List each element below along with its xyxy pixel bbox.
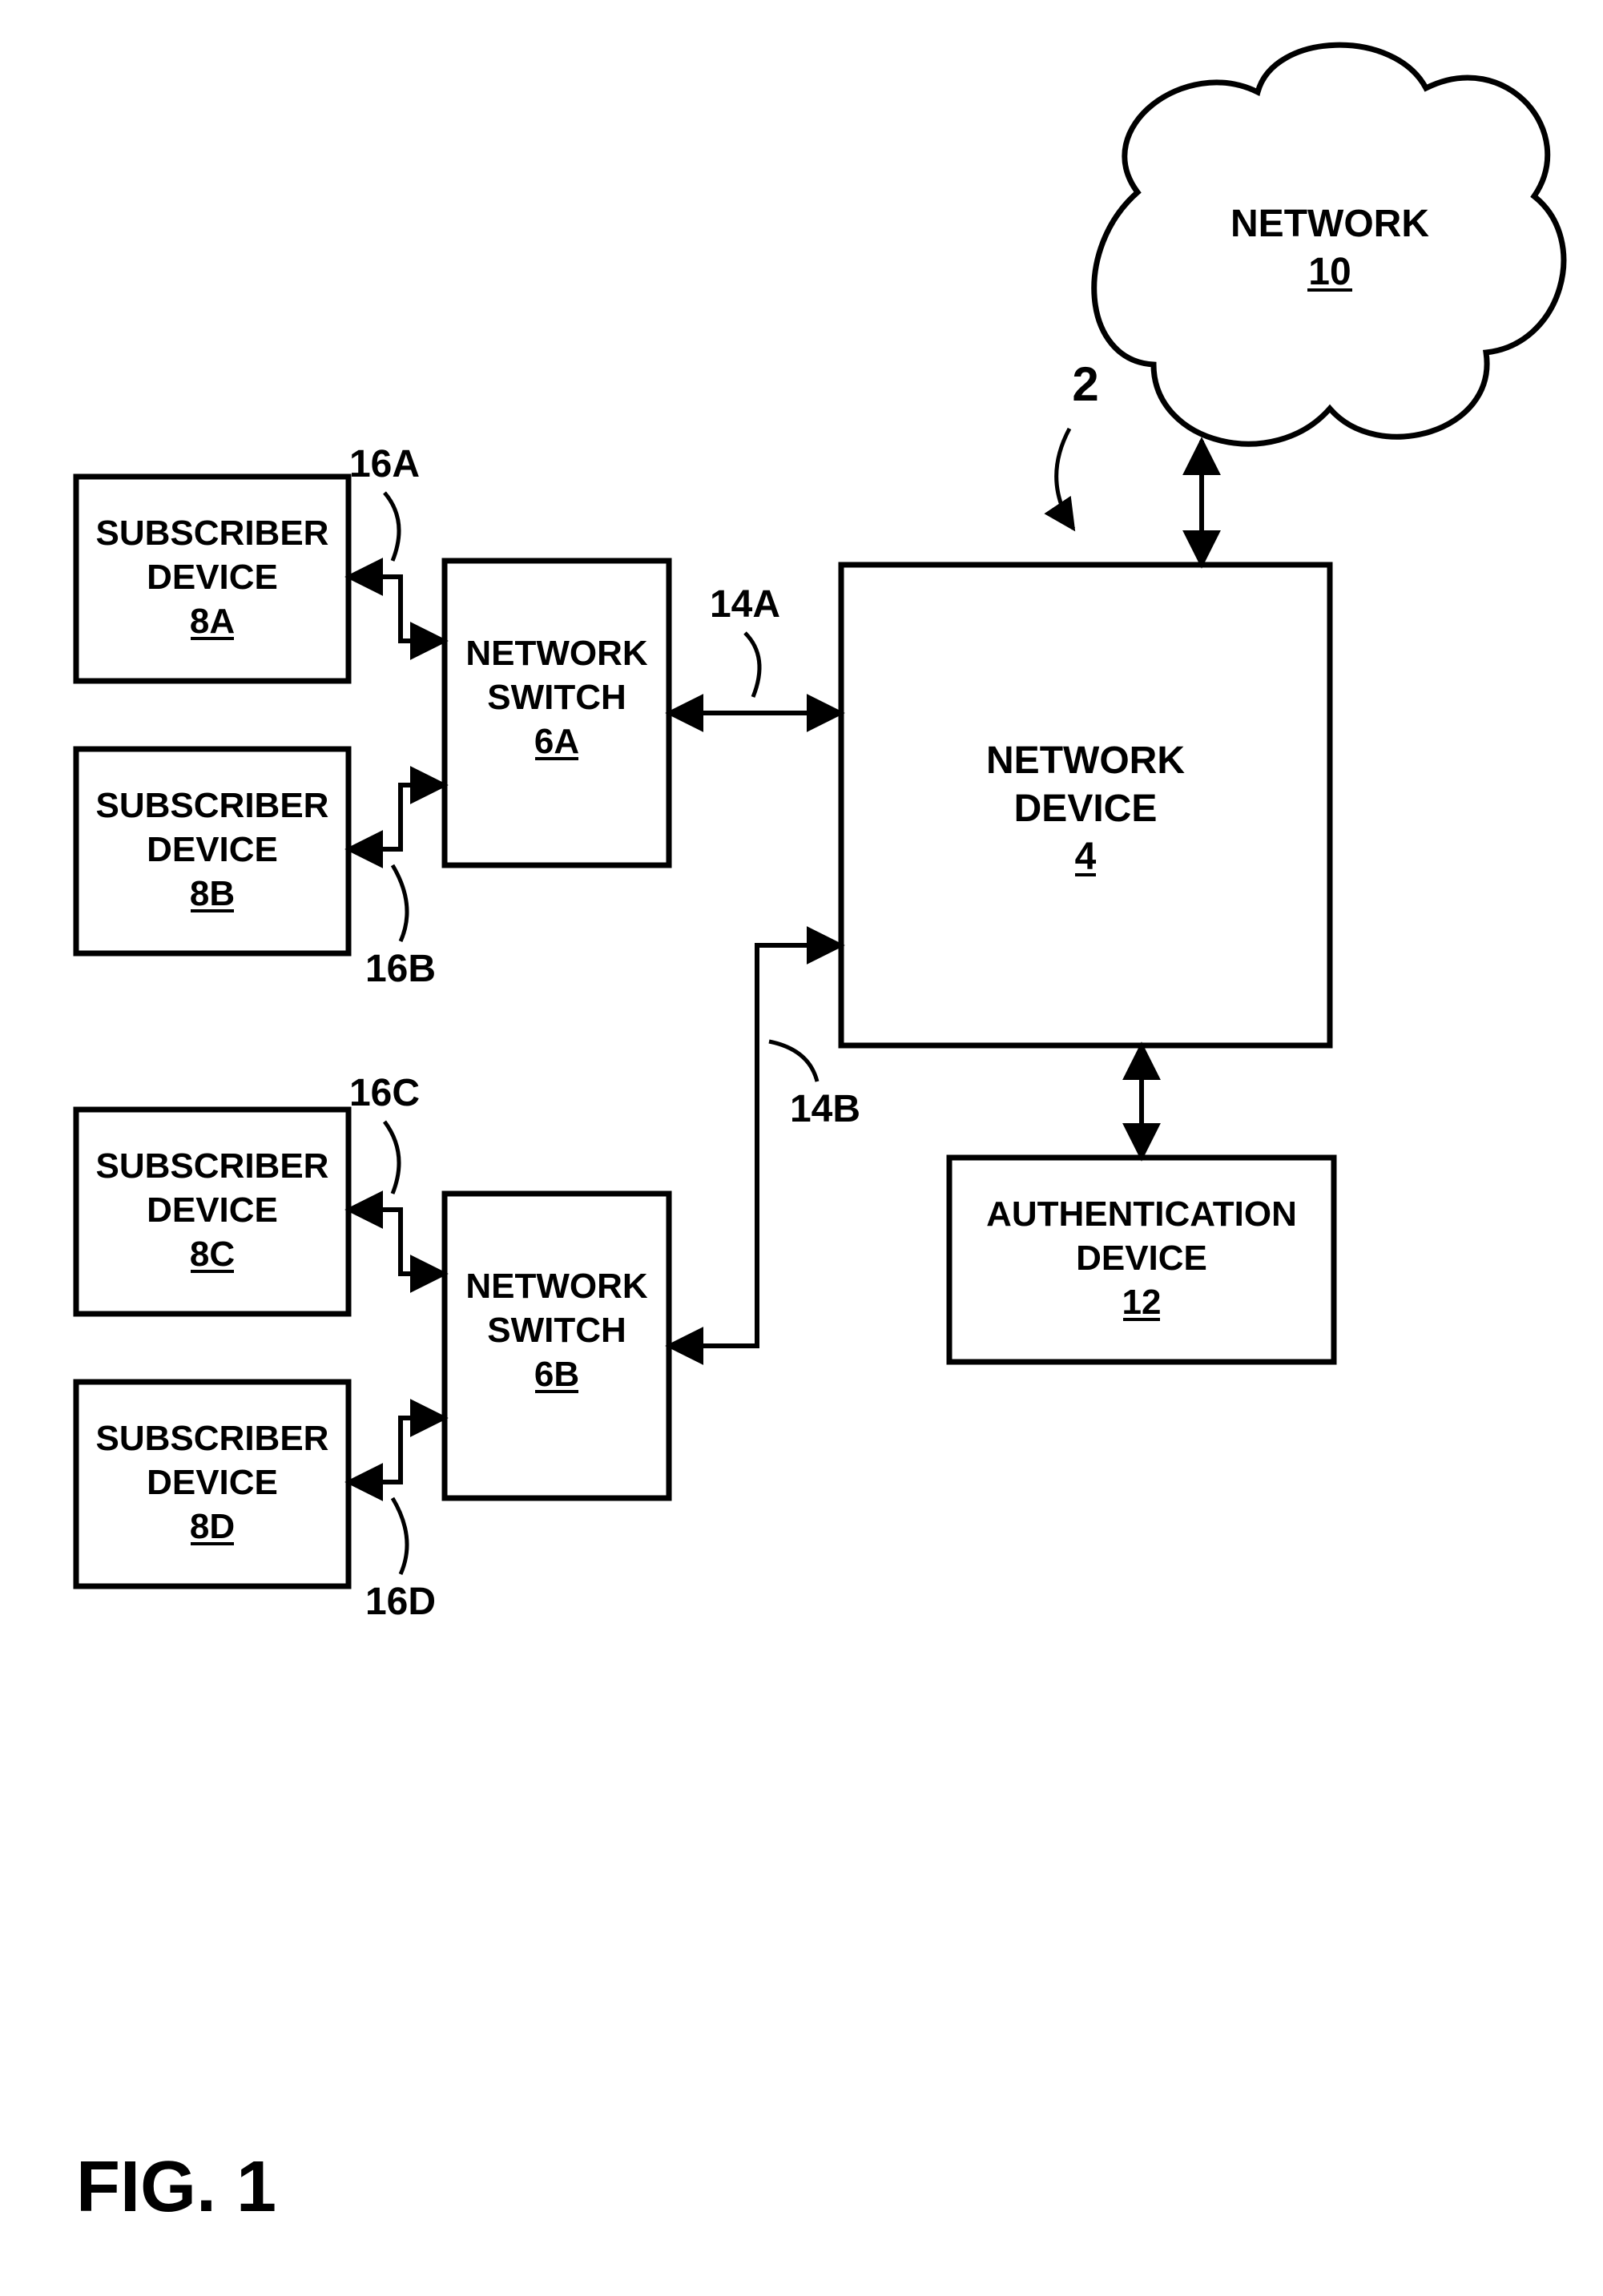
sub-a-line1: SUBSCRIBER (96, 514, 329, 553)
callout-16c (385, 1122, 399, 1194)
auth-device-box: AUTHENTICATION DEVICE 12 (949, 1158, 1334, 1362)
callout-16b (393, 865, 407, 941)
subscriber-a-box: SUBSCRIBER DEVICE 8A (76, 477, 348, 681)
callout-14b (769, 1041, 817, 1082)
switch-b-line1: NETWORK (465, 1267, 648, 1306)
switch-a-id: 6A (534, 722, 579, 761)
label-16d: 16D (365, 1581, 436, 1623)
switch-b-line2: SWITCH (487, 1311, 626, 1350)
label-16a: 16A (349, 443, 420, 485)
network-device-line1: NETWORK (986, 739, 1185, 782)
link-14b (669, 945, 841, 1346)
network-switch-b-box: NETWORK SWITCH 6B (445, 1194, 669, 1498)
network-device-box: NETWORK DEVICE 4 (841, 565, 1330, 1045)
switch-b-id: 6B (534, 1355, 579, 1394)
sub-c-line2: DEVICE (147, 1190, 278, 1230)
sub-d-line1: SUBSCRIBER (96, 1419, 329, 1458)
diagram-number-arc (1057, 429, 1073, 529)
sub-c-id: 8C (190, 1235, 235, 1274)
sub-d-id: 8D (190, 1507, 235, 1546)
network-title: NETWORK (1230, 203, 1429, 245)
subscriber-d-box: SUBSCRIBER DEVICE 8D (76, 1382, 348, 1586)
callout-16d (393, 1498, 407, 1574)
diagram-number-label: 2 (1057, 357, 1099, 529)
link-16a (348, 577, 445, 641)
switch-a-line2: SWITCH (487, 678, 626, 717)
network-id: 10 (1308, 251, 1351, 293)
sub-c-line1: SUBSCRIBER (96, 1146, 329, 1186)
auth-device-line1: AUTHENTICATION (986, 1194, 1297, 1234)
figure-label: FIG. 1 (76, 2147, 276, 2227)
auth-device-line2: DEVICE (1076, 1239, 1207, 1278)
link-16b (348, 785, 445, 849)
link-16c (348, 1210, 445, 1274)
sub-a-id: 8A (190, 602, 235, 641)
link-16d (348, 1418, 445, 1482)
subscriber-b-box: SUBSCRIBER DEVICE 8B (76, 749, 348, 953)
callout-14a (745, 633, 759, 697)
sub-d-line2: DEVICE (147, 1463, 278, 1502)
network-device-id: 4 (1075, 836, 1097, 878)
label-16c: 16C (349, 1072, 420, 1114)
sub-b-id: 8B (190, 874, 235, 913)
sub-a-line2: DEVICE (147, 558, 278, 597)
sub-b-line2: DEVICE (147, 830, 278, 869)
label-14b: 14B (790, 1088, 860, 1130)
network-device-line2: DEVICE (1014, 787, 1158, 830)
sub-b-line1: SUBSCRIBER (96, 786, 329, 825)
label-14a: 14A (710, 583, 780, 626)
label-16b: 16B (365, 948, 436, 990)
auth-device-id: 12 (1122, 1283, 1162, 1322)
network-cloud: NETWORK 10 (1094, 45, 1564, 444)
diagram-number-text: 2 (1072, 357, 1098, 411)
network-switch-a-box: NETWORK SWITCH 6A (445, 561, 669, 865)
subscriber-c-box: SUBSCRIBER DEVICE 8C (76, 1110, 348, 1314)
callout-16a (385, 493, 399, 561)
switch-a-line1: NETWORK (465, 634, 648, 673)
